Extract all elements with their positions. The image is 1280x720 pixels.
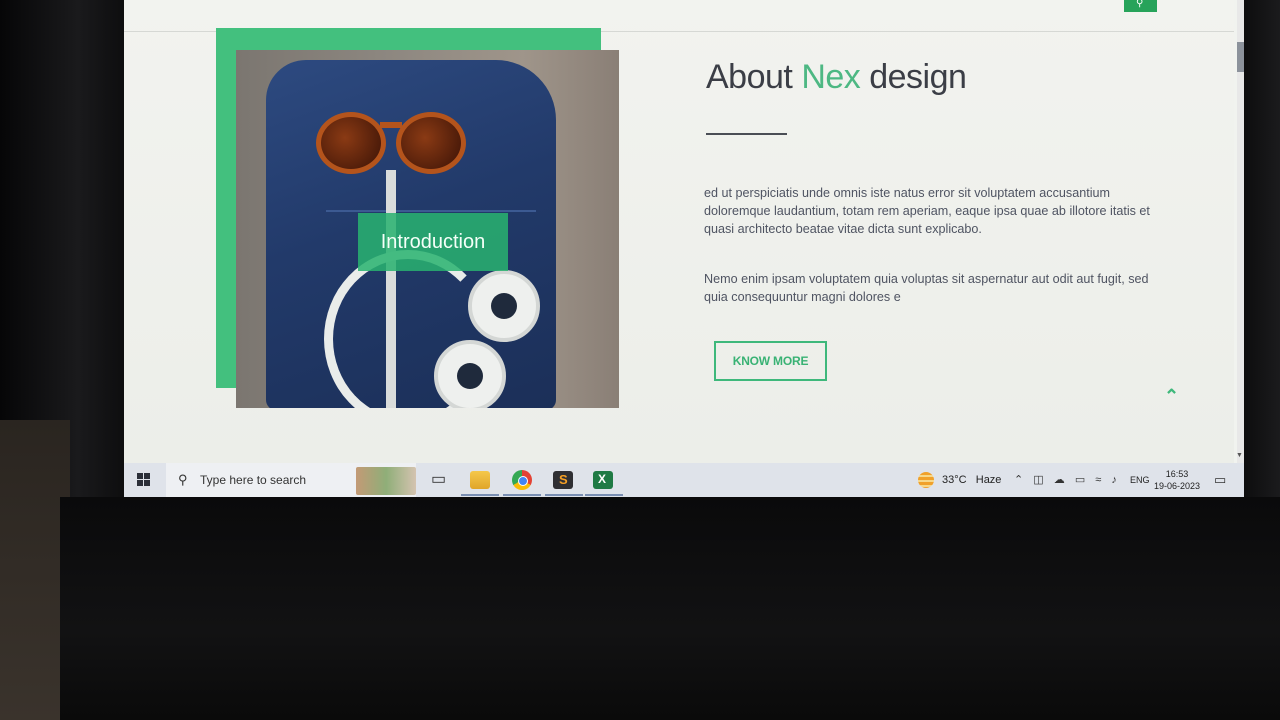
weather-desc: Haze <box>975 474 1002 486</box>
start-pane <box>137 480 143 486</box>
language-indicator[interactable]: ENG <box>1130 475 1150 485</box>
search-icon: ⚲ <box>1136 0 1144 9</box>
search-highlight-image <box>356 467 416 495</box>
volume-icon[interactable]: ♪ <box>1111 474 1117 486</box>
onedrive-cloud-icon[interactable]: ☁ <box>1054 474 1065 486</box>
start-pane <box>144 473 150 479</box>
lens-right <box>396 112 466 174</box>
task-view-icon[interactable] <box>429 469 449 489</box>
haze-weather-icon[interactable] <box>918 472 934 488</box>
earphone-shape <box>468 270 540 342</box>
know-more-button[interactable]: KNOW MORE <box>714 341 827 381</box>
start-pane <box>144 480 150 486</box>
search-icon: ⚲ <box>178 472 188 487</box>
chevron-up-icon[interactable]: ⌃ <box>1014 474 1023 486</box>
taskbar-search[interactable]: ⚲ Type here to search <box>166 463 416 497</box>
about-title-accent: Nex <box>801 58 861 96</box>
running-indicator <box>585 494 623 496</box>
sunglasses-shape <box>314 108 474 174</box>
glasses-bridge <box>380 122 402 128</box>
title-underline <box>706 133 787 135</box>
monitor-bezel-bottom <box>60 497 1280 720</box>
scrollbar-thumb[interactable] <box>1237 42 1244 72</box>
weather-widget[interactable]: 33°C Haze <box>942 474 1001 486</box>
introduction-badge: Introduction <box>358 213 508 271</box>
screen: ⚲ Introduction About Nex design ed ut pe… <box>124 0 1244 497</box>
scroll-down-arrow-icon[interactable]: ▼ <box>1236 452 1243 459</box>
header-search-button[interactable]: ⚲ <box>1124 0 1157 12</box>
about-title: About Nex design <box>706 58 967 97</box>
windows-start-icon[interactable] <box>137 473 151 487</box>
file-explorer-icon[interactable] <box>470 471 490 489</box>
windows-taskbar: ⚲ Type here to search 33°C Haze ⌃ ◫ ☁ ▭ … <box>124 463 1244 497</box>
website-page: ⚲ Introduction About Nex design ed ut pe… <box>124 0 1234 463</box>
wifi-icon[interactable]: ≈ <box>1095 474 1101 486</box>
clock-time: 16:53 <box>1165 469 1189 479</box>
taskbar-clock[interactable]: 16:53 19-06-2023 <box>1154 468 1200 492</box>
running-indicator <box>461 494 499 496</box>
about-title-pre: About <box>706 58 793 96</box>
system-tray: ⌃ ◫ ☁ ▭ ≈ ♪ <box>1014 473 1124 486</box>
about-paragraph-2: Nemo enim ipsam voluptatem quia voluptas… <box>704 271 1149 304</box>
running-indicator <box>503 494 541 496</box>
weather-temp: 33°C <box>942 474 967 486</box>
running-indicator <box>545 494 583 496</box>
excel-icon[interactable] <box>593 471 613 489</box>
notifications-icon[interactable]: ▭ <box>1214 472 1226 488</box>
start-pane <box>137 473 143 479</box>
jacket-fold <box>326 210 536 212</box>
about-paragraph-1: ed ut perspiciatis unde omnis iste natus… <box>704 185 1150 236</box>
chevron-up-icon[interactable]: ⌃ <box>1164 386 1179 407</box>
earphone-shape <box>434 340 506 408</box>
meet-now-icon[interactable]: ◫ <box>1033 474 1043 486</box>
clock-date: 19-06-2023 <box>1154 481 1201 491</box>
search-placeholder: Type here to search <box>200 473 307 487</box>
sublime-text-icon[interactable] <box>553 471 573 489</box>
chrome-icon[interactable] <box>512 470 532 490</box>
battery-icon[interactable]: ▭ <box>1075 474 1085 486</box>
about-title-post: design <box>869 58 967 96</box>
lens-left <box>316 112 386 174</box>
